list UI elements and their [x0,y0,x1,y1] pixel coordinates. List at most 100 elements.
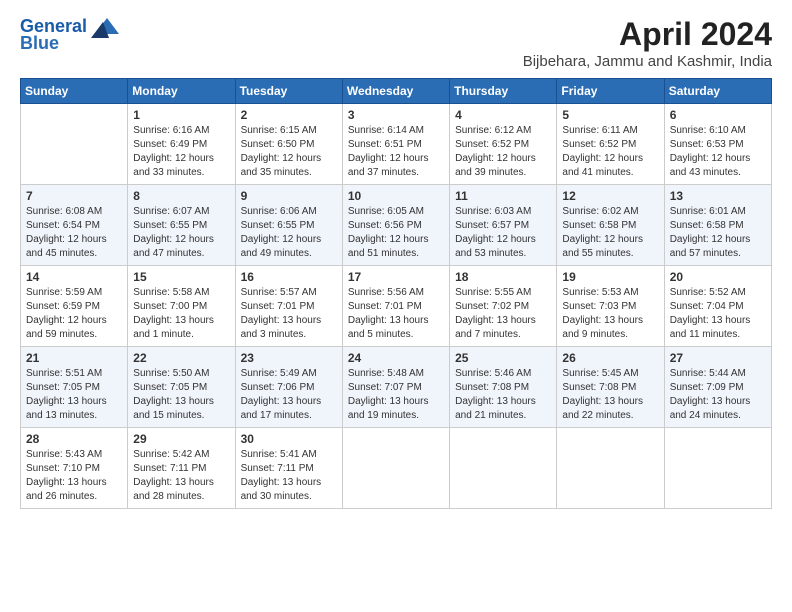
calendar-cell: 14 Sunrise: 5:59 AM Sunset: 6:59 PM Dayli… [21,266,128,347]
calendar-cell: 20 Sunrise: 5:52 AM Sunset: 7:04 PM Dayli… [664,266,771,347]
col-friday: Friday [557,79,664,104]
day-info: Sunrise: 6:12 AM Sunset: 6:52 PM Dayligh… [455,124,551,180]
day-number: 5 [562,108,658,122]
calendar-cell: 11 Sunrise: 6:03 AM Sunset: 6:57 PM Dayli… [450,185,557,266]
day-info: Sunrise: 5:52 AM Sunset: 7:04 PM Dayligh… [670,286,766,342]
day-info: Sunrise: 6:01 AM Sunset: 6:58 PM Dayligh… [670,205,766,261]
day-info: Sunrise: 5:57 AM Sunset: 7:01 PM Dayligh… [241,286,337,342]
col-thursday: Thursday [450,79,557,104]
calendar-table: Sunday Monday Tuesday Wednesday Thursday… [20,78,772,509]
calendar-cell: 1 Sunrise: 6:16 AM Sunset: 6:49 PM Daylig… [128,104,235,185]
day-info: Sunrise: 5:53 AM Sunset: 7:03 PM Dayligh… [562,286,658,342]
calendar-cell: 10 Sunrise: 6:05 AM Sunset: 6:56 PM Dayli… [342,185,449,266]
calendar-cell: 28 Sunrise: 5:43 AM Sunset: 7:10 PM Dayli… [21,428,128,509]
day-info: Sunrise: 5:43 AM Sunset: 7:10 PM Dayligh… [26,448,122,504]
calendar-cell: 12 Sunrise: 6:02 AM Sunset: 6:58 PM Dayli… [557,185,664,266]
day-number: 14 [26,270,122,284]
day-number: 10 [348,189,444,203]
day-number: 4 [455,108,551,122]
day-number: 8 [133,189,229,203]
day-info: Sunrise: 6:06 AM Sunset: 6:55 PM Dayligh… [241,205,337,261]
week-row-5: 28 Sunrise: 5:43 AM Sunset: 7:10 PM Dayli… [21,428,772,509]
day-info: Sunrise: 6:02 AM Sunset: 6:58 PM Dayligh… [562,205,658,261]
col-sunday: Sunday [21,79,128,104]
day-number: 9 [241,189,337,203]
day-info: Sunrise: 5:58 AM Sunset: 7:00 PM Dayligh… [133,286,229,342]
calendar-cell: 25Sunrise: 5:46 AM Sunset: 7:08 PM Dayli… [450,347,557,428]
day-number: 6 [670,108,766,122]
day-number: 23 [241,351,337,365]
day-info: Sunrise: 6:05 AM Sunset: 6:56 PM Dayligh… [348,205,444,261]
calendar-cell: 21 Sunrise: 5:51 AM Sunset: 7:05 PM Dayli… [21,347,128,428]
calendar-cell [557,428,664,509]
week-row-4: 21 Sunrise: 5:51 AM Sunset: 7:05 PM Dayli… [21,347,772,428]
day-info: Sunrise: 5:59 AM Sunset: 6:59 PM Dayligh… [26,286,122,342]
day-info: Sunrise: 6:14 AM Sunset: 6:51 PM Dayligh… [348,124,444,180]
calendar-cell: 3 Sunrise: 6:14 AM Sunset: 6:51 PM Daylig… [342,104,449,185]
calendar-cell: 17Sunrise: 5:56 AM Sunset: 7:01 PM Dayli… [342,266,449,347]
day-number: 30 [241,432,337,446]
day-number: 24 [348,351,444,365]
day-info: Sunrise: 5:41 AM Sunset: 7:11 PM Dayligh… [241,448,337,504]
calendar-cell: 18 Sunrise: 5:55 AM Sunset: 7:02 PM Dayli… [450,266,557,347]
calendar-cell: 23 Sunrise: 5:49 AM Sunset: 7:06 PM Dayli… [235,347,342,428]
calendar-cell: 13 Sunrise: 6:01 AM Sunset: 6:58 PM Dayli… [664,185,771,266]
day-info: Sunrise: 5:50 AM Sunset: 7:05 PM Dayligh… [133,367,229,423]
day-number: 29 [133,432,229,446]
col-wednesday: Wednesday [342,79,449,104]
day-info: Sunrise: 5:44 AM Sunset: 7:09 PM Dayligh… [670,367,766,423]
day-number: 16 [241,270,337,284]
calendar-cell: 29 Sunrise: 5:42 AM Sunset: 7:11 PM Dayli… [128,428,235,509]
title-block: April 2024 Bijbehara, Jammu and Kashmir,… [523,16,772,70]
day-number: 27 [670,351,766,365]
day-number: 18 [455,270,551,284]
week-row-1: 1 Sunrise: 6:16 AM Sunset: 6:49 PM Daylig… [21,104,772,185]
calendar-cell [342,428,449,509]
calendar-cell: 7 Sunrise: 6:08 AM Sunset: 6:54 PM Daylig… [21,185,128,266]
calendar-cell: 9 Sunrise: 6:06 AM Sunset: 6:55 PM Daylig… [235,185,342,266]
logo-icon [87,16,119,38]
calendar-cell: 4 Sunrise: 6:12 AM Sunset: 6:52 PM Daylig… [450,104,557,185]
day-number: 21 [26,351,122,365]
day-number: 26 [562,351,658,365]
calendar-cell [664,428,771,509]
header: General Blue April 2024 Bijbehara, Jammu… [20,16,772,70]
calendar-cell: 6 Sunrise: 6:10 AM Sunset: 6:53 PM Daylig… [664,104,771,185]
day-info: Sunrise: 5:55 AM Sunset: 7:02 PM Dayligh… [455,286,551,342]
calendar-cell: 19Sunrise: 5:53 AM Sunset: 7:03 PM Dayli… [557,266,664,347]
calendar-cell: 2Sunrise: 6:15 AM Sunset: 6:50 PM Daylig… [235,104,342,185]
day-number: 12 [562,189,658,203]
calendar-cell: 24 Sunrise: 5:48 AM Sunset: 7:07 PM Dayli… [342,347,449,428]
day-number: 11 [455,189,551,203]
calendar-cell: 15 Sunrise: 5:58 AM Sunset: 7:00 PM Dayli… [128,266,235,347]
page: General Blue April 2024 Bijbehara, Jammu… [0,0,792,519]
day-info: Sunrise: 6:10 AM Sunset: 6:53 PM Dayligh… [670,124,766,180]
calendar-cell: 22 Sunrise: 5:50 AM Sunset: 7:05 PM Dayli… [128,347,235,428]
calendar-cell: 8Sunrise: 6:07 AM Sunset: 6:55 PM Daylig… [128,185,235,266]
calendar-cell: 27 Sunrise: 5:44 AM Sunset: 7:09 PM Dayli… [664,347,771,428]
day-info: Sunrise: 5:49 AM Sunset: 7:06 PM Dayligh… [241,367,337,423]
day-number: 20 [670,270,766,284]
calendar-cell [450,428,557,509]
day-number: 13 [670,189,766,203]
day-number: 15 [133,270,229,284]
day-info: Sunrise: 5:48 AM Sunset: 7:07 PM Dayligh… [348,367,444,423]
logo-blue-text: Blue [20,34,59,54]
day-info: Sunrise: 5:42 AM Sunset: 7:11 PM Dayligh… [133,448,229,504]
day-info: Sunrise: 5:51 AM Sunset: 7:05 PM Dayligh… [26,367,122,423]
day-info: Sunrise: 5:46 AM Sunset: 7:08 PM Dayligh… [455,367,551,423]
day-info: Sunrise: 6:11 AM Sunset: 6:52 PM Dayligh… [562,124,658,180]
day-number: 1 [133,108,229,122]
day-number: 22 [133,351,229,365]
day-number: 7 [26,189,122,203]
day-info: Sunrise: 5:56 AM Sunset: 7:01 PM Dayligh… [348,286,444,342]
day-number: 2 [241,108,337,122]
day-number: 28 [26,432,122,446]
day-info: Sunrise: 6:16 AM Sunset: 6:49 PM Dayligh… [133,124,229,180]
day-info: Sunrise: 6:08 AM Sunset: 6:54 PM Dayligh… [26,205,122,261]
week-row-2: 7 Sunrise: 6:08 AM Sunset: 6:54 PM Daylig… [21,185,772,266]
col-monday: Monday [128,79,235,104]
day-number: 3 [348,108,444,122]
calendar-cell: 30 Sunrise: 5:41 AM Sunset: 7:11 PM Dayli… [235,428,342,509]
day-info: Sunrise: 6:03 AM Sunset: 6:57 PM Dayligh… [455,205,551,261]
